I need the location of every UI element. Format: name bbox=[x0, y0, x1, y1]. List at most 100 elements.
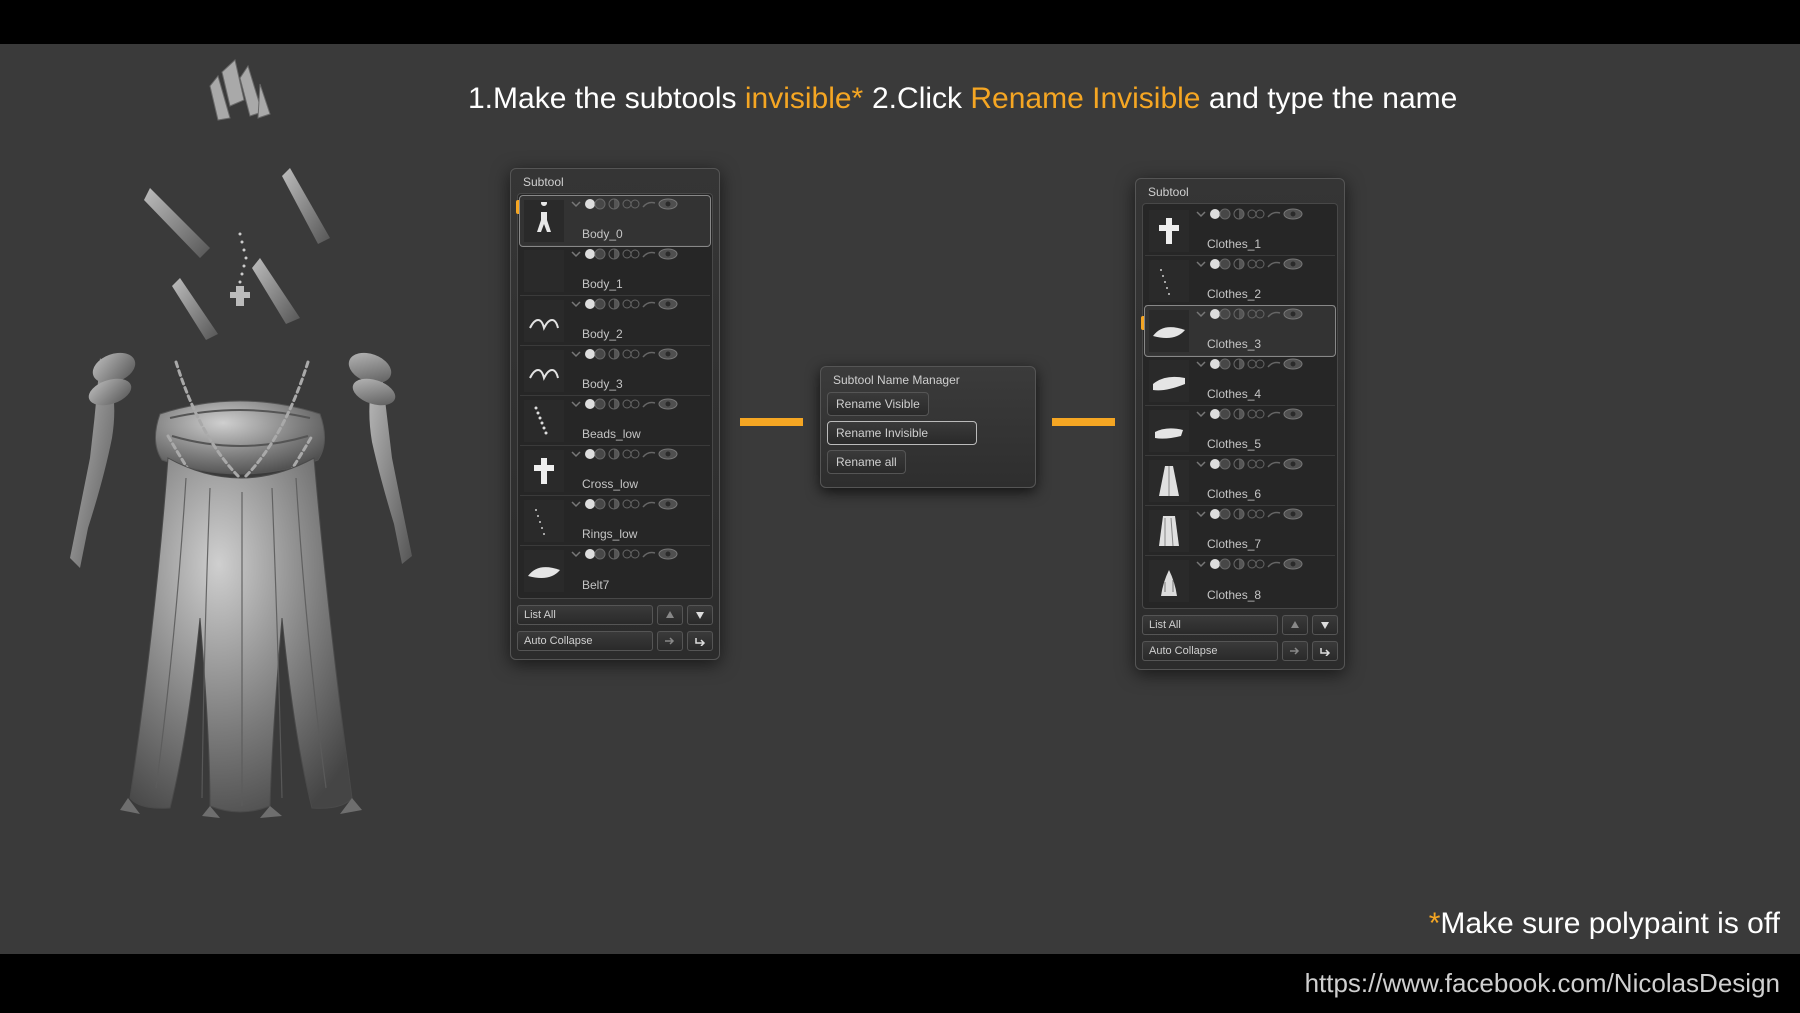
visibility-eye-icon[interactable] bbox=[1283, 408, 1303, 420]
polypaint-toggle-icon[interactable] bbox=[1233, 258, 1245, 270]
visibility-eye-icon[interactable] bbox=[658, 248, 678, 260]
visibility-eye-icon[interactable] bbox=[658, 398, 678, 410]
material-toggle-icon[interactable] bbox=[584, 248, 606, 260]
visibility-eye-icon[interactable] bbox=[658, 448, 678, 460]
brush-icon[interactable] bbox=[642, 499, 656, 509]
brush-icon[interactable] bbox=[642, 249, 656, 259]
brush-icon[interactable] bbox=[642, 449, 656, 459]
polypaint-toggle-icon[interactable] bbox=[1233, 508, 1245, 520]
brush-icon[interactable] bbox=[1267, 409, 1281, 419]
material-toggle-icon[interactable] bbox=[1209, 208, 1231, 220]
shading-toggle-icon[interactable] bbox=[622, 398, 640, 410]
brush-icon[interactable] bbox=[642, 199, 656, 209]
brush-icon[interactable] bbox=[1267, 559, 1281, 569]
subtool-row[interactable]: Body_2 bbox=[520, 296, 710, 346]
material-toggle-icon[interactable] bbox=[1209, 558, 1231, 570]
brush-icon[interactable] bbox=[642, 549, 656, 559]
subtool-row[interactable]: Body_3 bbox=[520, 346, 710, 396]
shading-toggle-icon[interactable] bbox=[622, 198, 640, 210]
visibility-eye-icon[interactable] bbox=[1283, 558, 1303, 570]
visibility-eye-icon[interactable] bbox=[658, 198, 678, 210]
folder-toggle-icon[interactable] bbox=[570, 348, 582, 360]
visibility-eye-icon[interactable] bbox=[658, 298, 678, 310]
polypaint-toggle-icon[interactable] bbox=[1233, 408, 1245, 420]
shading-toggle-icon[interactable] bbox=[622, 448, 640, 460]
subtool-row[interactable]: Clothes_6 bbox=[1145, 456, 1335, 506]
material-toggle-icon[interactable] bbox=[584, 498, 606, 510]
folder-out-button[interactable] bbox=[1312, 641, 1338, 661]
folder-toggle-icon[interactable] bbox=[570, 498, 582, 510]
subtool-list[interactable]: Clothes_1 Clothes_2 Clothes_3 bbox=[1142, 203, 1338, 609]
subtool-row[interactable]: Beads_low bbox=[520, 396, 710, 446]
folder-toggle-icon[interactable] bbox=[1195, 408, 1207, 420]
brush-icon[interactable] bbox=[1267, 259, 1281, 269]
shading-toggle-icon[interactable] bbox=[1247, 508, 1265, 520]
subtool-row[interactable]: Clothes_4 bbox=[1145, 356, 1335, 406]
folder-toggle-icon[interactable] bbox=[1195, 508, 1207, 520]
subtool-row[interactable]: Clothes_5 bbox=[1145, 406, 1335, 456]
visibility-eye-icon[interactable] bbox=[658, 498, 678, 510]
folder-toggle-icon[interactable] bbox=[570, 298, 582, 310]
material-toggle-icon[interactable] bbox=[584, 298, 606, 310]
folder-toggle-icon[interactable] bbox=[570, 448, 582, 460]
visibility-eye-icon[interactable] bbox=[658, 548, 678, 560]
polypaint-toggle-icon[interactable] bbox=[608, 548, 620, 560]
material-toggle-icon[interactable] bbox=[1209, 258, 1231, 270]
subtool-row[interactable]: Clothes_3 bbox=[1145, 306, 1335, 356]
folder-toggle-icon[interactable] bbox=[1195, 308, 1207, 320]
polypaint-toggle-icon[interactable] bbox=[608, 498, 620, 510]
rename-visible-button[interactable]: Rename Visible bbox=[827, 392, 929, 416]
list-all-button[interactable]: List All bbox=[1142, 615, 1278, 635]
polypaint-toggle-icon[interactable] bbox=[1233, 358, 1245, 370]
polypaint-toggle-icon[interactable] bbox=[608, 348, 620, 360]
material-toggle-icon[interactable] bbox=[584, 548, 606, 560]
folder-toggle-icon[interactable] bbox=[1195, 258, 1207, 270]
shading-toggle-icon[interactable] bbox=[622, 348, 640, 360]
move-down-button[interactable] bbox=[687, 605, 713, 625]
subtool-row[interactable]: Clothes_2 bbox=[1145, 256, 1335, 306]
move-up-button[interactable] bbox=[1282, 615, 1308, 635]
polypaint-toggle-icon[interactable] bbox=[608, 448, 620, 460]
shading-toggle-icon[interactable] bbox=[622, 298, 640, 310]
polypaint-toggle-icon[interactable] bbox=[608, 298, 620, 310]
subtool-list[interactable]: Body_0 Body_1 Body_2 bbox=[517, 193, 713, 599]
material-toggle-icon[interactable] bbox=[1209, 358, 1231, 370]
auto-collapse-button[interactable]: Auto Collapse bbox=[1142, 641, 1278, 661]
polypaint-toggle-icon[interactable] bbox=[1233, 458, 1245, 470]
subtool-row[interactable]: Cross_low bbox=[520, 446, 710, 496]
brush-icon[interactable] bbox=[642, 399, 656, 409]
visibility-eye-icon[interactable] bbox=[1283, 508, 1303, 520]
polypaint-toggle-icon[interactable] bbox=[608, 248, 620, 260]
material-toggle-icon[interactable] bbox=[584, 398, 606, 410]
folder-toggle-icon[interactable] bbox=[570, 548, 582, 560]
shading-toggle-icon[interactable] bbox=[1247, 408, 1265, 420]
list-all-button[interactable]: List All bbox=[517, 605, 653, 625]
folder-toggle-icon[interactable] bbox=[570, 248, 582, 260]
visibility-eye-icon[interactable] bbox=[1283, 458, 1303, 470]
folder-toggle-icon[interactable] bbox=[570, 398, 582, 410]
folder-toggle-icon[interactable] bbox=[1195, 558, 1207, 570]
material-toggle-icon[interactable] bbox=[584, 448, 606, 460]
brush-icon[interactable] bbox=[1267, 309, 1281, 319]
material-toggle-icon[interactable] bbox=[584, 348, 606, 360]
subtool-row[interactable]: Body_1 bbox=[520, 246, 710, 296]
shading-toggle-icon[interactable] bbox=[1247, 358, 1265, 370]
brush-icon[interactable] bbox=[642, 349, 656, 359]
polypaint-toggle-icon[interactable] bbox=[608, 398, 620, 410]
shading-toggle-icon[interactable] bbox=[1247, 558, 1265, 570]
visibility-eye-icon[interactable] bbox=[1283, 308, 1303, 320]
rename-all-button[interactable]: Rename all bbox=[827, 450, 906, 474]
material-toggle-icon[interactable] bbox=[1209, 308, 1231, 320]
brush-icon[interactable] bbox=[642, 299, 656, 309]
shading-toggle-icon[interactable] bbox=[622, 248, 640, 260]
move-up-button[interactable] bbox=[657, 605, 683, 625]
folder-toggle-icon[interactable] bbox=[570, 198, 582, 210]
subtool-row[interactable]: Body_0 bbox=[520, 196, 710, 246]
shading-toggle-icon[interactable] bbox=[622, 498, 640, 510]
visibility-eye-icon[interactable] bbox=[1283, 208, 1303, 220]
material-toggle-icon[interactable] bbox=[1209, 458, 1231, 470]
shading-toggle-icon[interactable] bbox=[1247, 458, 1265, 470]
material-toggle-icon[interactable] bbox=[1209, 408, 1231, 420]
shading-toggle-icon[interactable] bbox=[1247, 208, 1265, 220]
auto-collapse-button[interactable]: Auto Collapse bbox=[517, 631, 653, 651]
